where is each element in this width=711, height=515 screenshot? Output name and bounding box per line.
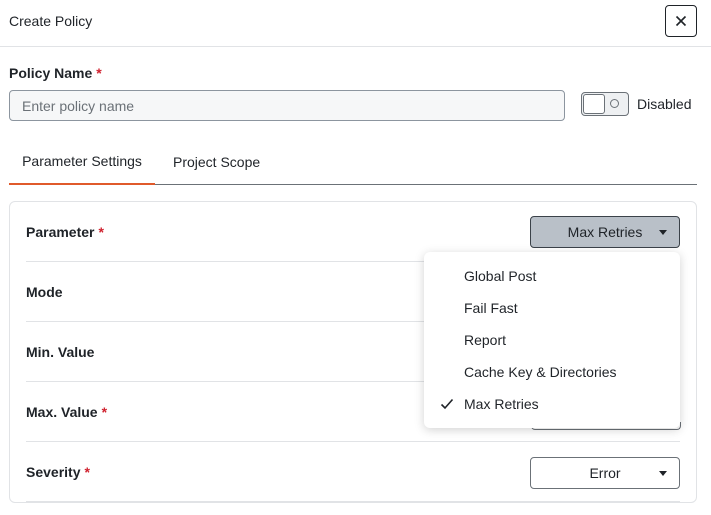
tab-bar: Parameter Settings Project Scope	[9, 139, 697, 185]
toggle-off-icon	[610, 99, 619, 108]
severity-select[interactable]: Error	[530, 457, 680, 489]
dropdown-option-global-post[interactable]: Global Post	[424, 260, 680, 292]
caret-down-icon	[659, 230, 667, 235]
option-label: Global Post	[464, 268, 537, 284]
mode-label-text: Mode	[26, 284, 63, 300]
max-value-label: Max. Value *	[26, 404, 107, 420]
min-value-label: Min. Value	[26, 344, 94, 360]
toggle-knob	[583, 94, 605, 114]
status-toggle[interactable]	[581, 92, 629, 116]
dialog-header: Create Policy	[0, 0, 711, 47]
required-marker: *	[98, 224, 104, 240]
parameter-dropdown-menu: Global Post Fail Fast Report Cache Key &…	[424, 252, 680, 428]
caret-down-icon	[659, 471, 667, 476]
option-label: Fail Fast	[464, 300, 518, 316]
toggle-status-label: Disabled	[637, 96, 692, 112]
option-label: Max Retries	[464, 396, 539, 412]
mode-label: Mode	[26, 284, 63, 300]
severity-label: Severity *	[26, 464, 90, 480]
parameter-label: Parameter *	[26, 224, 104, 240]
severity-label-text: Severity	[26, 464, 81, 480]
policy-name-label: Policy Name *	[9, 65, 102, 81]
parameter-label-text: Parameter	[26, 224, 95, 240]
max-value-label-text: Max. Value	[26, 404, 98, 420]
parameter-select[interactable]: Max Retries	[530, 216, 680, 248]
option-label: Cache Key & Directories	[464, 364, 617, 380]
severity-select-value: Error	[589, 465, 621, 481]
required-marker: *	[96, 65, 102, 81]
min-value-label-text: Min. Value	[26, 344, 95, 360]
required-marker: *	[84, 464, 90, 480]
close-icon	[675, 15, 687, 27]
policy-name-input[interactable]	[9, 90, 565, 121]
tab-parameter-settings[interactable]: Parameter Settings	[9, 139, 155, 185]
dropdown-option-max-retries[interactable]: Max Retries	[424, 388, 680, 420]
close-button[interactable]	[665, 5, 697, 37]
parameter-select-value: Max Retries	[567, 224, 643, 240]
dropdown-option-report[interactable]: Report	[424, 324, 680, 356]
tab-project-scope[interactable]: Project Scope	[173, 139, 260, 185]
policy-name-label-text: Policy Name	[9, 65, 93, 81]
required-marker: *	[101, 404, 108, 420]
option-label: Report	[464, 332, 507, 348]
checkmark-icon	[440, 398, 454, 410]
dropdown-option-fail-fast[interactable]: Fail Fast	[424, 292, 680, 324]
dropdown-option-cache-key-directories[interactable]: Cache Key & Directories	[424, 356, 680, 388]
dialog-title: Create Policy	[9, 13, 93, 29]
